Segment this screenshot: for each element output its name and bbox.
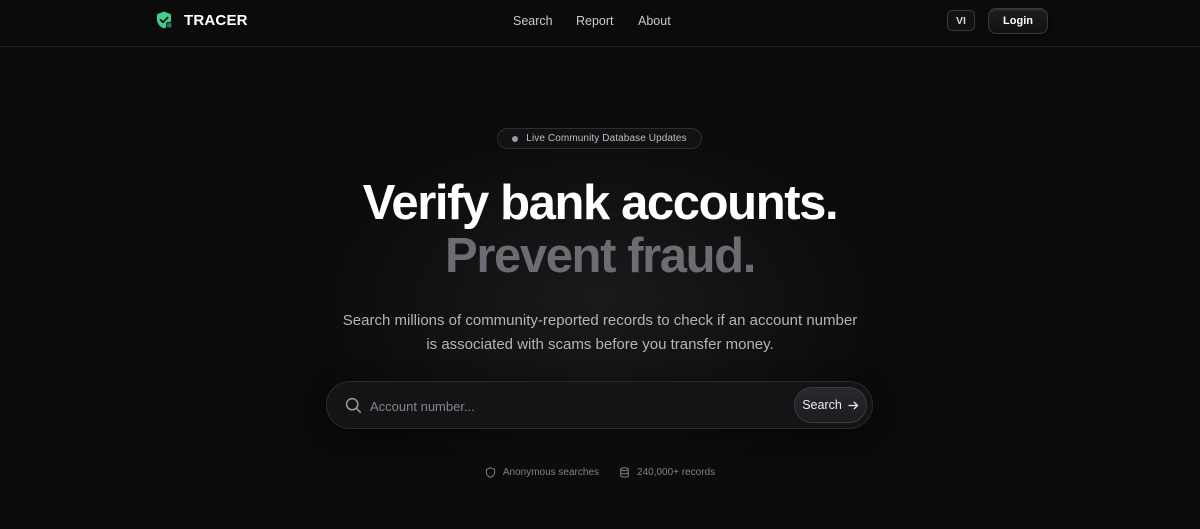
brand[interactable]: TRACER — [154, 10, 248, 30]
nav-link-about[interactable]: About — [638, 14, 671, 28]
page: TRACER Search Report About VI Login Live… — [0, 0, 1200, 529]
trust-footnotes: Anonymous searches 240,000+ records — [0, 467, 1200, 478]
nav-link-search[interactable]: Search — [513, 14, 553, 28]
login-button[interactable]: Login — [988, 8, 1048, 34]
headline-primary: Verify bank accounts. — [362, 176, 839, 230]
live-updates-badge: Live Community Database Updates — [497, 128, 702, 149]
status-dot-icon — [512, 135, 519, 142]
brand-name: TRACER — [184, 11, 248, 29]
footnote-anonymous: Anonymous searches — [485, 467, 599, 478]
top-nav: TRACER Search Report About VI Login — [0, 0, 1200, 47]
database-icon — [620, 467, 629, 478]
footnote-anonymous-label: Anonymous searches — [502, 467, 600, 478]
account-number-input[interactable] — [368, 393, 772, 419]
search-button[interactable]: Search — [794, 387, 867, 423]
headline-secondary: Prevent fraud. — [445, 229, 756, 283]
nav-link-report[interactable]: Report — [576, 14, 614, 28]
hero-subtitle: Search millions of community-reported re… — [342, 312, 858, 353]
search-button-label: Search — [802, 398, 842, 412]
badge-label: Live Community Database Updates — [526, 133, 687, 144]
search-icon — [345, 397, 362, 414]
shield-check-icon — [157, 11, 173, 29]
footnote-records-label: 240,000+ records — [637, 467, 716, 478]
footnote-records: 240,000+ records — [619, 467, 715, 478]
shield-icon — [485, 467, 495, 478]
language-toggle-button[interactable]: VI — [947, 10, 975, 31]
arrow-right-icon — [848, 401, 858, 409]
account-search-bar: Search — [326, 381, 873, 429]
